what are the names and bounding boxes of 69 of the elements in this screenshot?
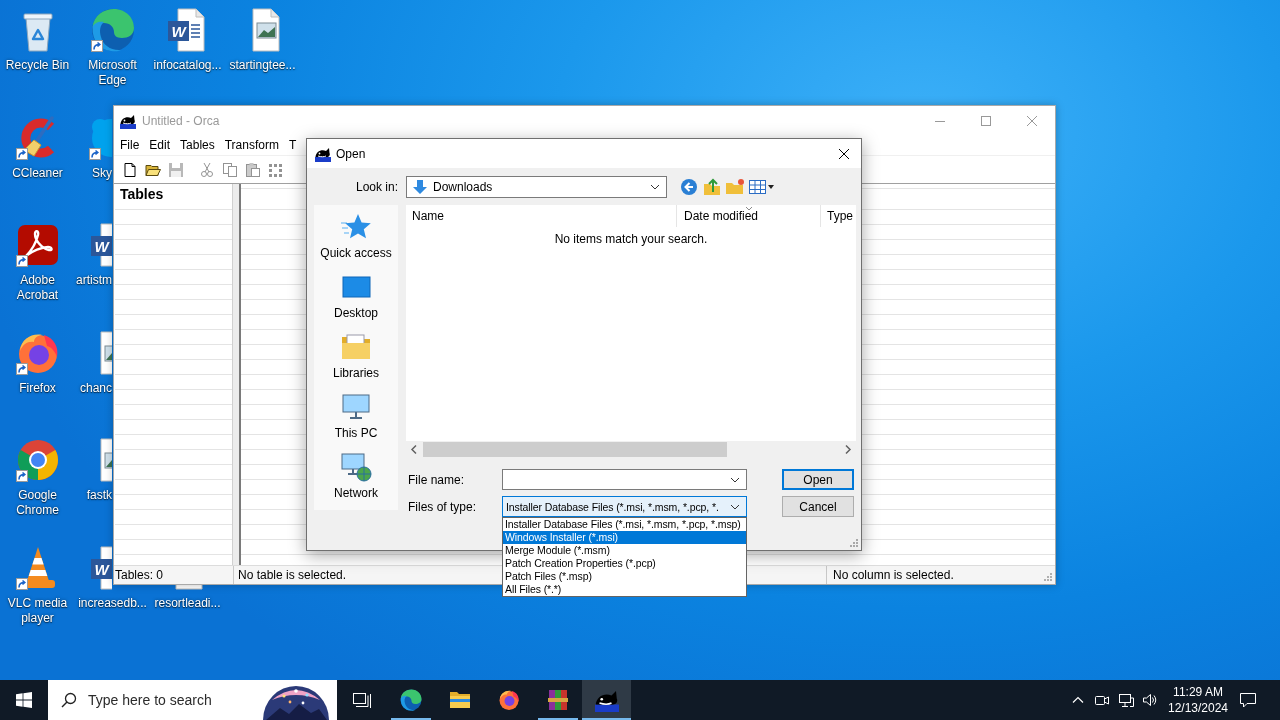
file-type-option[interactable]: Patch Files (*.msp): [503, 570, 746, 583]
desktop-icon-label[interactable]: CCleaner: [12, 165, 63, 181]
place-button[interactable]: Desktop: [314, 271, 398, 331]
file-type-option[interactable]: Merge Module (*.msm): [503, 544, 746, 557]
desktop-icon-label[interactable]: VLC media player: [1, 595, 74, 626]
file-type-option[interactable]: All Files (*.*): [503, 583, 746, 596]
view-menu-icon[interactable]: [748, 177, 776, 197]
place-button[interactable]: Network: [314, 451, 398, 511]
windows-logo-icon: [16, 692, 32, 708]
network-computer-icon: [340, 451, 372, 483]
scrollbar-thumb[interactable]: [423, 442, 727, 457]
desktop-icon-label[interactable]: infocatalog...: [153, 58, 222, 73]
desktop-icon-label[interactable]: artistm: [76, 273, 112, 288]
place-button[interactable]: Quick access: [314, 211, 398, 271]
column-header[interactable]: Date modified: [677, 205, 821, 227]
search-icon: [61, 692, 77, 708]
task-view-icon: [351, 692, 372, 708]
desktop-icon-label[interactable]: Adobe Acrobat: [1, 273, 74, 303]
desktop-icon-label[interactable]: fastk: [86, 488, 112, 503]
file-type-option[interactable]: Installer Database Files (*.msi, *.msm, *.pcp, *.msp): [503, 518, 746, 531]
file-type-option[interactable]: Patch Creation Properties (*.pcp): [503, 557, 746, 570]
new-folder-icon[interactable]: [725, 177, 745, 197]
status-text: No table is selected.: [238, 568, 347, 582]
edge-icon: [398, 688, 423, 712]
column-header[interactable]: Type: [821, 205, 856, 227]
open-button[interactable]: Open: [782, 469, 854, 490]
desktop-icon-label[interactable]: Microsoft Edge: [76, 58, 149, 88]
chevron-down-icon: [650, 184, 660, 190]
sort-indicator-icon: [744, 206, 753, 211]
search-field[interactable]: Type here to search: [88, 692, 238, 708]
status-text: No column is selected.: [833, 568, 954, 582]
resize-grip-icon[interactable]: [850, 539, 858, 547]
desktop-icon-label[interactable]: Firefox: [19, 380, 56, 396]
network-icon[interactable]: [1118, 692, 1134, 708]
window-title: Untitled - Orca: [142, 113, 220, 128]
look-in-label: Look in:: [355, 180, 398, 194]
cancel-button[interactable]: Cancel: [782, 496, 854, 517]
download-arrow-icon: [412, 179, 428, 195]
close-icon: [839, 148, 849, 159]
column-header[interactable]: Name: [406, 205, 677, 227]
empty-list-message: No items match your search.: [554, 232, 708, 246]
place-button[interactable]: This PC: [314, 391, 398, 451]
dialog-title: Open: [336, 146, 366, 161]
status-text: Tables: 0: [115, 568, 164, 582]
look-in-dropdown[interactable]: Downloads: [406, 176, 667, 198]
up-folder-icon[interactable]: [702, 177, 722, 197]
desktop-icon-label[interactable]: chanc: [79, 380, 112, 396]
file-name-field[interactable]: [502, 469, 747, 490]
taskbar-app-button[interactable]: [582, 680, 631, 720]
desktop-icon-label[interactable]: increasedb...: [78, 595, 147, 611]
desktop-icon-label[interactable]: Recycle Bin: [5, 58, 70, 73]
desktop-icon-label[interactable]: Google Chrome: [1, 488, 74, 518]
chevron-down-icon: [730, 476, 740, 483]
close-icon: [1027, 115, 1037, 126]
file-type-option[interactable]: Windows Installer (*.msi): [503, 531, 746, 544]
speech-bubble-icon[interactable]: [1239, 691, 1257, 709]
speaker-icon[interactable]: [1142, 692, 1158, 708]
clock-button[interactable]: 11:29 AM 12/13/2024: [1162, 680, 1234, 720]
file-name-label: File name:: [408, 472, 465, 487]
chevron-down-icon: [730, 503, 740, 510]
place-button[interactable]: Libraries: [314, 331, 398, 391]
tables-heading: Tables: [120, 185, 164, 203]
file-type-dropdown[interactable]: Installer Database Files (*.msi, *.msm, *.pcp, *.: [502, 496, 747, 517]
maximize-icon: [981, 115, 991, 126]
desktop-icon-label[interactable]: startingtee...: [229, 58, 296, 73]
books-icon: [545, 688, 570, 712]
desktop-icon-label[interactable]: resortleadi...: [154, 595, 221, 611]
desktop-icon-label[interactable]: Sky: [92, 165, 112, 181]
file-type-label: Files of type:: [408, 499, 477, 514]
